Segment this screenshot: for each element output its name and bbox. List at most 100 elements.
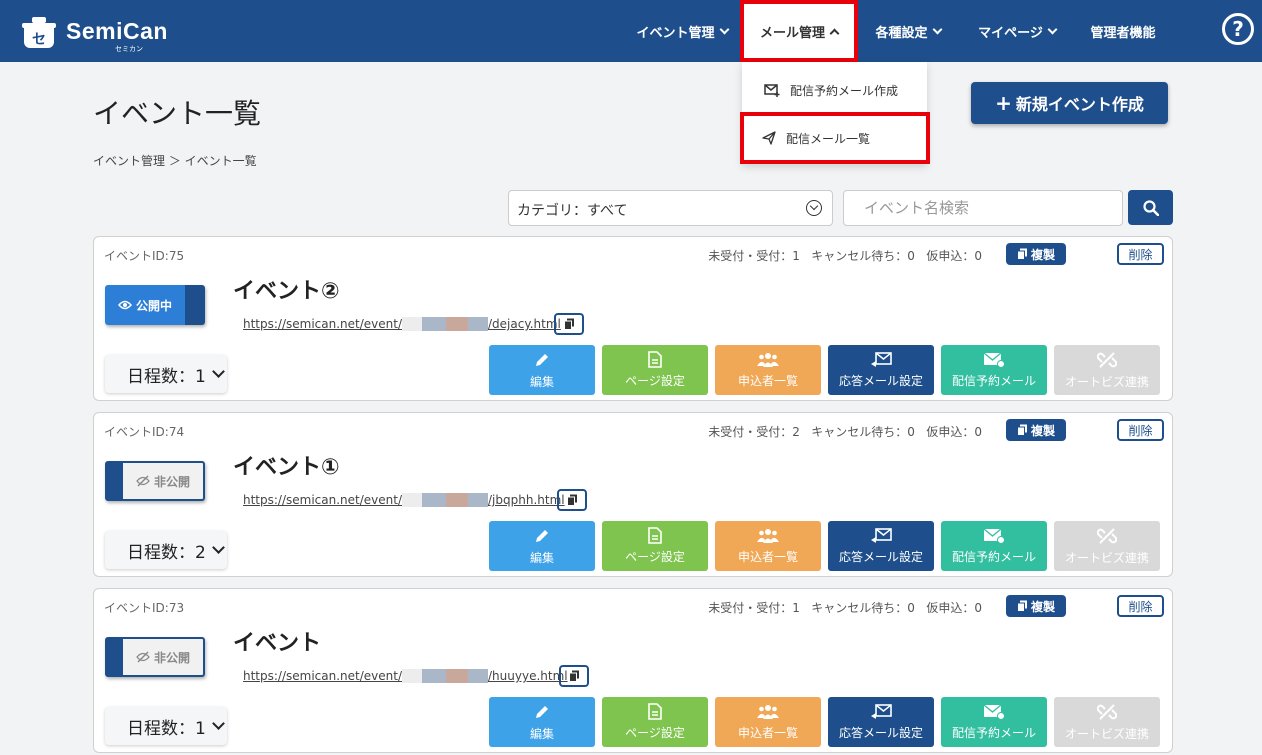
reply-mail-settings-button[interactable]: 応答メール設定 [828, 697, 934, 747]
help-icon[interactable]: ? [1222, 13, 1254, 45]
autobiz-link-button[interactable]: オートビズ連携 [1054, 697, 1160, 747]
delete-button[interactable]: 削除 [1117, 419, 1164, 441]
copy-url-button[interactable] [557, 489, 587, 511]
duplicate-button[interactable]: 複製 [1006, 595, 1066, 617]
reply-mail-settings-button[interactable]: 応答メール設定 [828, 345, 934, 395]
chevron-down-icon [211, 717, 225, 730]
category-select[interactable]: カテゴリ：すべて [508, 190, 833, 226]
edit-button[interactable]: 編集 [489, 521, 595, 571]
schedule-count: 日程数：1 [127, 366, 206, 387]
action-label: 申込者一覧 [737, 549, 798, 564]
url-prefix: https://semican.net/event/ [243, 669, 402, 683]
users-icon [757, 352, 779, 367]
page-settings-button[interactable]: ページ設定 [602, 521, 708, 571]
document-icon [648, 527, 662, 544]
chevron-down-icon [1047, 24, 1058, 34]
edit-button[interactable]: 編集 [489, 697, 595, 747]
menu-item-label: 配信メール一覧 [786, 131, 871, 146]
redacted-block [422, 317, 446, 331]
scheduled-mail-button[interactable]: 配信予約メール [941, 521, 1047, 571]
reply-mail-settings-button[interactable]: 応答メール設定 [828, 521, 934, 571]
event-title: イベント② [233, 279, 340, 304]
copy-url-button[interactable] [559, 665, 589, 687]
action-label: 編集 [529, 726, 554, 741]
redacted-block [446, 493, 468, 507]
nav-event-management[interactable]: イベント管理 [632, 0, 732, 62]
copy-icon [566, 494, 577, 506]
event-url-link[interactable]: https://semican.net/event/ /huuyye.html [243, 669, 568, 683]
new-event-button[interactable]: + 新規イベント作成 [971, 82, 1168, 124]
nav-label: 各種設定 [875, 25, 928, 41]
action-label: 編集 [529, 374, 554, 389]
users-icon [757, 704, 779, 719]
copy-icon [1016, 248, 1027, 260]
url-suffix: /huuyye.html [488, 669, 568, 683]
applicant-list-button[interactable]: 申込者一覧 [715, 697, 821, 747]
duplicate-button[interactable]: 複製 [1006, 419, 1066, 441]
copy-url-button[interactable] [554, 313, 584, 335]
action-label: ページ設定 [625, 550, 685, 564]
edit-button[interactable]: 編集 [489, 345, 595, 395]
search-button[interactable] [1128, 190, 1173, 225]
menu-item-sent-mail-list[interactable]: 配信メール一覧 [740, 112, 930, 164]
schedule-count: 日程数：2 [127, 542, 206, 563]
nav-settings[interactable]: 各種設定 [868, 0, 948, 62]
breadcrumb[interactable]: イベント管理 ＞ イベント一覧 [93, 152, 257, 169]
page-settings-button[interactable]: ページ設定 [602, 345, 708, 395]
menu-item-scheduled-mail-create[interactable]: 配信予約メール作成 [742, 68, 927, 112]
event-url-link[interactable]: https://semican.net/event/ /jbqphh.html [243, 493, 565, 507]
schedule-count-dropdown[interactable]: 日程数：2 [105, 531, 227, 569]
event-url-link[interactable]: https://semican.net/event/ /dejacy.html [243, 317, 561, 331]
duplicate-label: 複製 [1030, 599, 1055, 614]
search-icon [1142, 199, 1159, 216]
publish-toggle[interactable]: 公開中 [105, 285, 205, 325]
delete-button[interactable]: 削除 [1117, 243, 1164, 265]
duplicate-button[interactable]: 複製 [1006, 243, 1066, 265]
action-label: 申込者一覧 [737, 373, 798, 388]
publish-toggle[interactable]: 非公開 [105, 637, 205, 677]
event-search-input[interactable] [843, 190, 1123, 226]
redacted-block [422, 493, 446, 507]
action-label: 応答メール設定 [838, 373, 923, 388]
autobiz-link-button[interactable]: オートビズ連携 [1054, 345, 1160, 395]
eye-slash-icon [136, 651, 150, 663]
scheduled-mail-button[interactable]: 配信予約メール [941, 697, 1047, 747]
event-card: イベントID:73 未受付・受付：1 キャンセル待ち：0 仮申込：0 複製 削除… [93, 588, 1173, 753]
action-label: オートビズ連携 [1064, 726, 1149, 741]
redacted-block [422, 669, 446, 683]
envelope-clock-icon [983, 527, 1005, 544]
semican-logo[interactable]: セ SemiCan セミカン [20, 12, 180, 53]
action-label: 編集 [529, 550, 554, 565]
action-label: オートビズ連携 [1064, 550, 1149, 565]
chevron-down-icon [211, 365, 225, 378]
redacted-block [402, 669, 422, 683]
action-label: オートビズ連携 [1064, 374, 1149, 389]
document-icon [648, 351, 662, 368]
unlink-icon [1097, 703, 1117, 720]
pencil-icon [536, 353, 548, 366]
chevron-down-icon [719, 24, 729, 34]
page-settings-button[interactable]: ページ設定 [602, 697, 708, 747]
publish-toggle[interactable]: 非公開 [105, 461, 205, 501]
mail-reply-icon [871, 351, 892, 367]
url-suffix: /jbqphh.html [488, 493, 565, 507]
nav-admin[interactable]: 管理者機能 [1085, 0, 1161, 62]
applicant-list-button[interactable]: 申込者一覧 [715, 345, 821, 395]
redacted-block [468, 669, 488, 683]
schedule-count-dropdown[interactable]: 日程数：1 [105, 355, 227, 393]
nav-mypage[interactable]: マイページ [972, 0, 1062, 62]
nav-label: 管理者機能 [1090, 25, 1156, 41]
delete-button[interactable]: 削除 [1117, 595, 1164, 617]
autobiz-link-button[interactable]: オートビズ連携 [1054, 521, 1160, 571]
redacted-block [446, 669, 468, 683]
unlink-icon [1097, 527, 1117, 544]
nav-mail-management[interactable]: メール管理 [740, 0, 858, 62]
applicant-list-button[interactable]: 申込者一覧 [715, 521, 821, 571]
schedule-count-dropdown[interactable]: 日程数：1 [105, 707, 227, 745]
event-id: イベントID:73 [104, 601, 185, 615]
delete-label: 削除 [1128, 247, 1153, 262]
scheduled-mail-button[interactable]: 配信予約メール [941, 345, 1047, 395]
new-event-label: 新規イベント作成 [1015, 95, 1144, 114]
event-stats: 未受付・受付：2 キャンセル待ち：0 仮申込：0 [708, 425, 982, 439]
plus-icon: + [995, 91, 1012, 115]
